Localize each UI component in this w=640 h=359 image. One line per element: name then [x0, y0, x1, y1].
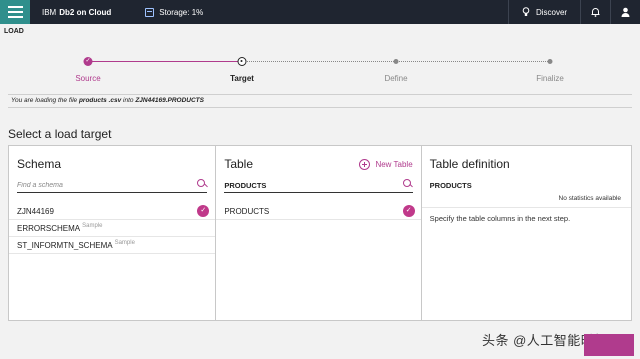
- plus-circle-icon: [359, 159, 371, 170]
- discover-label: Discover: [535, 7, 568, 17]
- schema-item-label: ZJN44169: [17, 206, 54, 216]
- database-icon: [145, 7, 155, 17]
- step-finalize-indicator: [547, 59, 553, 64]
- schema-item-label: ST_INFORMTN_SCHEMA: [17, 240, 113, 250]
- table-item-label: PRODUCTS: [224, 206, 270, 216]
- schema-search-input[interactable]: [17, 182, 187, 189]
- step-target-label: Target: [230, 74, 254, 83]
- schema-item-zjn44169[interactable]: ZJN44169 ✓: [9, 203, 216, 220]
- search-icon[interactable]: [402, 179, 413, 189]
- new-table-label: New Table: [375, 160, 413, 169]
- table-list: PRODUCTS ✓: [216, 203, 421, 220]
- info-target: ZJN44169.PRODUCTS: [135, 97, 204, 104]
- table-item-products[interactable]: PRODUCTS ✓: [216, 203, 421, 220]
- table-search: [224, 179, 413, 193]
- page-title: LOAD: [4, 28, 24, 35]
- schema-item-errorschema[interactable]: ERRORSCHEMA Sample: [9, 220, 216, 237]
- brand: IBM Db2 on Cloud: [42, 8, 111, 17]
- checkmark-icon: ✓: [197, 205, 210, 217]
- schema-item-label: ERRORSCHEMA: [17, 223, 81, 233]
- lightbulb-icon: [522, 7, 530, 16]
- step-source-indicator: [83, 57, 93, 66]
- statistics-status: No statistics available: [558, 195, 622, 202]
- schema-item-st-informtn-schema[interactable]: ST_INFORMTN_SCHEMA Sample: [9, 237, 216, 254]
- top-bar: IBM Db2 on Cloud Storage: 1% Discover: [0, 0, 640, 24]
- sample-tag: Sample: [114, 239, 135, 246]
- definition-table-name: PRODUCTS: [429, 181, 472, 190]
- bell-icon: [591, 8, 600, 17]
- info-middle: into: [123, 97, 134, 104]
- schema-search: [17, 179, 208, 193]
- search-icon[interactable]: [197, 179, 207, 189]
- menu-icon[interactable]: [0, 0, 30, 24]
- table-panel: Table New Table PRODUCTS ✓: [216, 146, 422, 320]
- step-target-indicator: [237, 57, 247, 66]
- storage-label: Storage: 1%: [159, 7, 204, 17]
- step-define-label: Define: [384, 74, 408, 83]
- user-icon: [621, 7, 630, 17]
- schema-panel: Schema ZJN44169 ✓ ERRORSCHEMA Sample ST_…: [9, 146, 217, 320]
- new-table-button[interactable]: New Table: [359, 159, 413, 170]
- section-heading: Select a load target: [8, 127, 112, 141]
- schema-list: ZJN44169 ✓ ERRORSCHEMA Sample ST_INFORMT…: [9, 203, 216, 254]
- definition-panel: Table definition PRODUCTS No statistics …: [421, 146, 631, 320]
- stepper-line-complete: [88, 61, 242, 62]
- user-button[interactable]: [610, 0, 640, 24]
- step-source-label[interactable]: Source: [75, 74, 100, 83]
- brand-prefix: IBM: [42, 7, 57, 17]
- storage-indicator[interactable]: Storage: 1%: [145, 7, 204, 17]
- definition-hint: Specify the table columns in the next st…: [429, 214, 571, 223]
- table-search-input[interactable]: [224, 181, 395, 190]
- notifications-button[interactable]: [580, 0, 610, 24]
- progress-stepper: Source Target Define Finalize: [75, 56, 564, 86]
- sample-tag: Sample: [82, 222, 103, 229]
- info-prefix: You are loading the file: [11, 97, 78, 104]
- load-info: You are loading the file products .csv i…: [8, 94, 632, 108]
- brand-name: Db2 on Cloud: [59, 7, 112, 17]
- step-finalize-label: Finalize: [536, 74, 564, 83]
- schema-title: Schema: [17, 157, 62, 171]
- checkmark-icon: ✓: [402, 205, 415, 217]
- divider: [421, 207, 631, 208]
- step-define-indicator: [393, 59, 399, 64]
- discover-button[interactable]: Discover: [508, 0, 580, 24]
- definition-title: Table definition: [429, 157, 510, 171]
- target-panels: Schema ZJN44169 ✓ ERRORSCHEMA Sample ST_…: [8, 145, 632, 321]
- info-file: products .csv: [78, 97, 122, 104]
- next-button[interactable]: [584, 334, 634, 356]
